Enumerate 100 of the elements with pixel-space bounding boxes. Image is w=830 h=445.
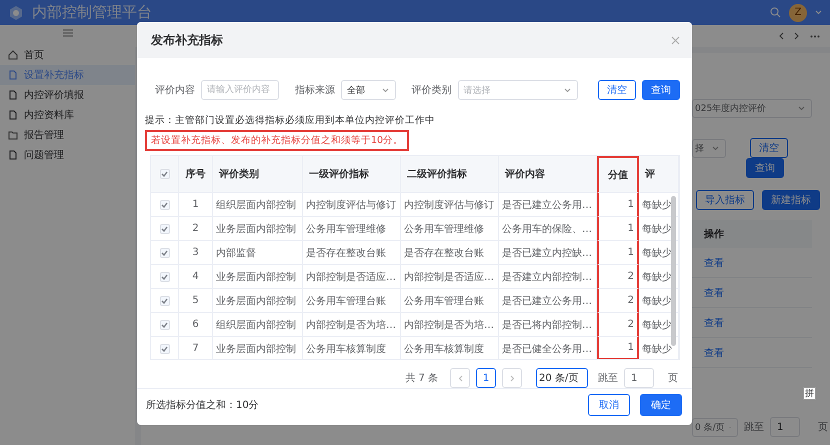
search-button[interactable]: 查询	[746, 158, 784, 178]
view-link[interactable]: 查看	[704, 346, 724, 360]
app-title: 内部控制管理平台	[32, 3, 153, 22]
sidebar-item[interactable]: 内控评价填报	[0, 85, 135, 105]
table-cell: 是否已将内部控制…	[499, 312, 597, 336]
sidebar-item[interactable]: 设置补充指标	[0, 65, 135, 85]
table-cell: 内部控制是否为培…	[401, 312, 499, 336]
table-cell: 公务用车管理台账	[303, 288, 401, 312]
logo-icon	[8, 4, 24, 20]
table-cell: 1	[597, 192, 639, 216]
filter-select[interactable]: 全部	[341, 80, 396, 100]
menu-icon[interactable]	[62, 29, 72, 37]
clear-button[interactable]: 清空	[750, 138, 788, 158]
close-icon[interactable]	[671, 36, 680, 44]
chevron-down-icon	[712, 146, 719, 150]
page-input[interactable]: 1	[624, 368, 654, 388]
home-icon	[8, 50, 18, 60]
chevron-left-icon	[458, 374, 462, 382]
page-size-select[interactable]: 0 条/页	[692, 418, 738, 436]
checkbox[interactable]	[160, 344, 170, 354]
confirm-button[interactable]: 确定	[640, 394, 682, 416]
view-link[interactable]: 查看	[704, 256, 724, 270]
page-size-select[interactable]: 20 条/页	[536, 368, 588, 388]
table-cell: 是否建立内部控制…	[499, 264, 597, 288]
page-label: 页	[818, 421, 828, 434]
hint-text: 提示：主管部门设置必选得指标必须应用到本单位内控评价工作中	[145, 114, 436, 127]
chevron-down-icon	[798, 106, 805, 111]
table-cell: 业务层面内部控制	[213, 288, 303, 312]
sidebar-item[interactable]: 问题管理	[0, 145, 135, 165]
checkbox[interactable]	[160, 200, 170, 210]
filter-label: 评价内容	[155, 84, 195, 97]
sidebar-item[interactable]: 报告管理	[0, 125, 135, 145]
column-header: 评价类别	[213, 156, 303, 192]
table-cell: 公务用车核算制度	[303, 336, 401, 359]
table-cell: 1	[597, 336, 639, 359]
filter-label: 指标来源	[295, 84, 335, 97]
table-cell: 公务用车管理维修	[401, 216, 499, 240]
table-cell: 2	[597, 264, 639, 288]
page-button[interactable]: 1	[476, 368, 496, 388]
checkbox[interactable]	[160, 224, 170, 234]
table-cell: 1	[179, 192, 213, 216]
chevron-right-icon	[510, 374, 514, 382]
chevron-down-icon	[564, 88, 571, 92]
table-cell: 组织层面内部控制	[213, 312, 303, 336]
dialog-title: 发布补充指标	[151, 32, 223, 48]
table-cell: 6	[179, 312, 213, 336]
search-button[interactable]: 查询	[642, 80, 680, 100]
plan-select[interactable]: 025年度内控评价	[692, 99, 812, 118]
table-cell: 5	[179, 288, 213, 312]
warning-text: 若设置补充指标、发布的补充指标分值之和须等于10分。	[145, 130, 410, 151]
page-input[interactable]: 1	[770, 417, 800, 437]
ime-indicator[interactable]: 拼	[803, 387, 816, 400]
search-icon[interactable]	[770, 7, 781, 18]
view-link[interactable]: 查看	[704, 286, 724, 300]
table-cell: 业务层面内部控制	[213, 336, 303, 359]
folder-icon	[8, 130, 18, 140]
column-header: 序号	[179, 156, 213, 192]
caret-icon[interactable]	[815, 10, 822, 15]
chevron-left-icon[interactable]	[778, 32, 784, 40]
cancel-button[interactable]: 取消	[588, 394, 630, 416]
checkbox[interactable]	[160, 248, 170, 258]
sidebar-item[interactable]: 首页	[0, 45, 135, 65]
table-cell: 3	[179, 240, 213, 264]
jump-label: 跳至	[744, 420, 764, 434]
filter-label: 评价类别	[412, 84, 452, 97]
chevron-right-icon[interactable]	[794, 32, 800, 40]
total-count: 共 7 条	[405, 372, 438, 385]
column-header: 评价内容	[499, 156, 597, 192]
checkbox[interactable]	[160, 320, 170, 330]
user-avatar[interactable]: Z	[789, 4, 807, 22]
view-link[interactable]: 查看	[704, 316, 724, 330]
checkbox[interactable]	[160, 169, 170, 179]
type-select[interactable]: 择	[692, 138, 726, 158]
more-icon[interactable]	[810, 34, 820, 38]
jump-label: 跳至	[598, 372, 618, 385]
import-button[interactable]: 导入指标	[696, 190, 754, 210]
content-input[interactable]: 请输入评价内容	[201, 80, 279, 100]
checkbox[interactable]	[160, 272, 170, 282]
table-cell: 公务用车核算制度	[401, 336, 499, 359]
table-cell: 内部控制是否为培…	[303, 312, 401, 336]
column-header: 一级评价指标	[303, 156, 401, 192]
document-icon	[8, 150, 18, 160]
score-sum: 所选指标分值之和：10分	[146, 398, 260, 412]
create-button[interactable]: 新建指标	[762, 190, 820, 210]
table-cell: 组织层面内部控制	[213, 192, 303, 216]
clear-button[interactable]: 清空	[598, 80, 636, 100]
table-cell: 业务层面内部控制	[213, 216, 303, 240]
table-cell: 是否已建立公务用…	[499, 192, 597, 216]
table-cell: 2	[597, 288, 639, 312]
sidebar-item[interactable]: 内控资料库	[0, 105, 135, 125]
table-cell: 2	[179, 216, 213, 240]
table-cell: 内部控制是否适应…	[303, 264, 401, 288]
chevron-down-icon	[382, 88, 389, 92]
table-cell: 是否已健全公务用…	[499, 336, 597, 359]
table-cell: 内部监督	[213, 240, 303, 264]
table-cell: 7	[179, 336, 213, 359]
checkbox[interactable]	[160, 296, 170, 306]
column-header: 评	[639, 156, 679, 192]
table-cell: 是否已建立公务用…	[499, 288, 597, 312]
scrollbar[interactable]	[671, 196, 676, 346]
